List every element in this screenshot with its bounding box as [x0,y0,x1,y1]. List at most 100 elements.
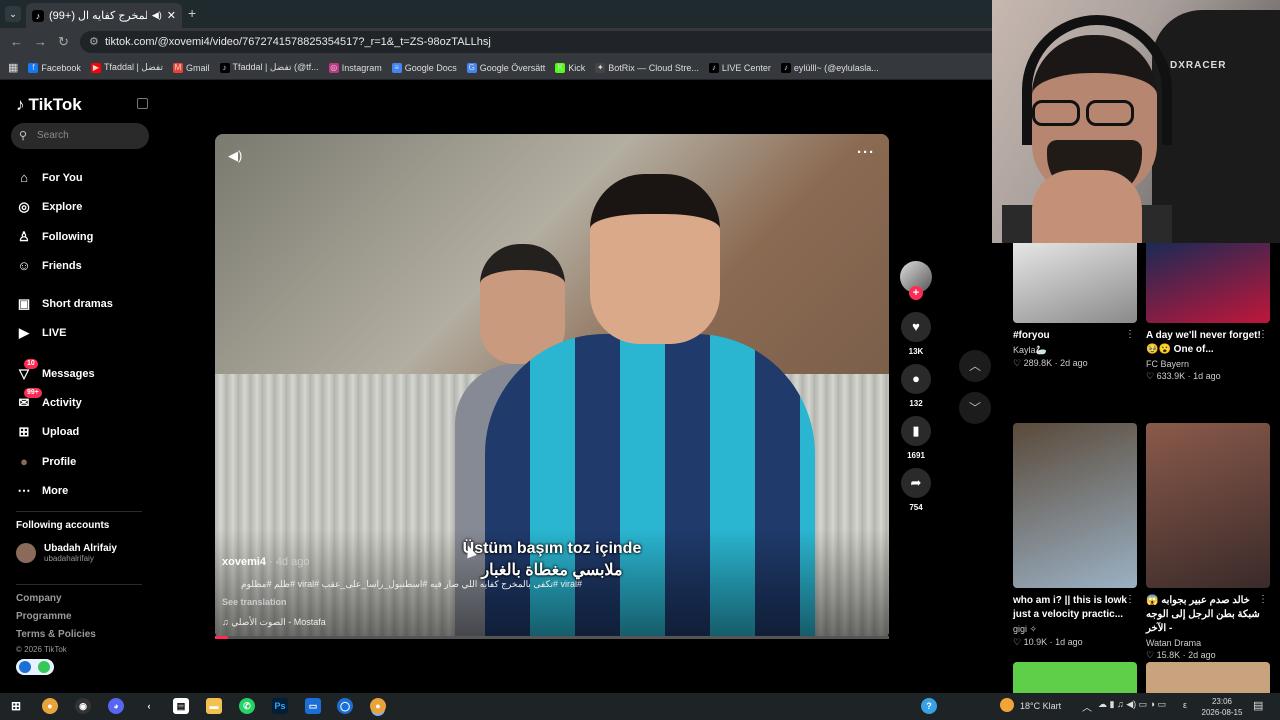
video-thumbnail[interactable] [1013,662,1137,693]
bookmark-item[interactable]: ▶ Tfaddal | تفضل [90,62,163,73]
following-account-item[interactable]: Ubadah Alrifaiy ubadahalrifaiy [16,543,117,563]
sidebar-item-following[interactable]: ♙ Following [16,229,93,245]
notification-icon[interactable]: ▤ [1253,699,1263,712]
bookmark-item[interactable]: f Facebook [28,62,81,73]
discord-icon[interactable]: ◕ [108,698,124,714]
back-icon[interactable]: ← [10,34,23,49]
weather-text[interactable]: 18°C Klart [1020,701,1061,711]
extension-pill[interactable] [16,659,54,675]
file-explorer-icon[interactable]: ▬ [206,698,222,714]
sidebar-item-friends[interactable]: ☺ Friends [16,258,81,273]
recommended-video-card[interactable]: خالد صدم عبير بجوابه 😱 شبكة بطن الرجل إل… [1146,423,1270,661]
next-video-icon[interactable]: ﹀ [959,392,991,424]
tray-chevron-icon[interactable]: ︿ [1082,699,1092,714]
obs-icon[interactable]: ◉ [75,698,91,714]
chrome-active-icon[interactable]: ● [370,698,386,714]
video-title[interactable]: #foryou [1013,329,1137,343]
site-info-icon[interactable]: ⚙ [89,31,99,53]
sidebar-item-more[interactable]: ⋯ More [16,483,69,499]
sidebar-item-messages[interactable]: ▽ Messages 10 [16,359,95,382]
bookmark-item[interactable]: ◎ Instagram [328,62,382,73]
bookmark-item[interactable]: ≡ Google Docs [391,62,457,73]
video-title[interactable]: A day we'll never forget! 🥹😮 One of... [1146,329,1270,357]
video-author[interactable]: gigi ✧ [1013,624,1137,635]
video-thumbnail[interactable] [1146,423,1270,588]
video-thumbnail[interactable] [1013,423,1137,588]
share-action[interactable]: ➦ 754 [900,468,932,512]
video-title[interactable]: خالد صدم عبير بجوابه 😱 شبكة بطن الرجل إل… [1146,594,1270,636]
taskbar-clock[interactable]: 23:06 2026-08-15 [1200,696,1244,718]
sidebar-item-short-dramas[interactable]: ▣ Short dramas [16,296,113,312]
video-title[interactable]: who am i? || this is lowk just a velocit… [1013,594,1137,622]
card-more-icon[interactable]: ⋮ [1258,329,1268,340]
bookmark-item[interactable]: ♪ Tfaddal | تفضل (@tf... [219,62,319,73]
video-thumbnail[interactable] [1146,243,1270,323]
address-bar[interactable]: ⚙ tiktok.com/@xovemi4/video/767274157882… [80,31,992,53]
bookmark-item[interactable]: K Kick [555,62,585,73]
speaker-icon[interactable]: ◀) [152,10,162,21]
bookmark-item[interactable]: ♪ eylülll~ (@eylulasla... [780,62,879,73]
card-more-icon[interactable]: ⋮ [1125,594,1135,605]
apps-grid-icon[interactable]: ▦ [8,61,18,74]
video-thumbnail[interactable] [1013,243,1137,323]
follow-plus-icon[interactable]: + [909,286,923,300]
recommended-video-card[interactable]: who am i? || this is lowk just a velocit… [1013,423,1137,648]
language-indicator-icon[interactable]: ε [1183,700,1187,710]
tab-close-icon[interactable]: ✕ [167,9,176,22]
new-tab-button[interactable]: + [188,5,196,21]
footer-programme-link[interactable]: Programme [16,611,72,622]
save-action[interactable]: ▮ 1691 [900,416,932,460]
video-author[interactable]: Kayla🦢 [1013,345,1137,356]
bookmark-item[interactable]: M Gmail [172,62,210,73]
reload-icon[interactable]: ↻ [58,34,69,50]
sidebar-item-live[interactable]: ▶ LIVE [16,325,66,341]
video-player[interactable]: ◀) ··· Üstüm başım toz içinde ملابسي مغط… [215,134,889,639]
previous-video-icon[interactable]: ︿ [959,350,991,382]
comment-action[interactable]: ● 132 [900,364,932,408]
bookmark-icon[interactable]: ▮ [901,416,931,446]
video-author[interactable]: xovemi4 · 4d ago [222,556,309,568]
share-icon[interactable]: ➦ [901,468,931,498]
sidebar-item-explore[interactable]: ◎ Explore [16,199,82,215]
capcut-icon[interactable]: ‹ [141,698,157,714]
footer-terms-link[interactable]: Terms & Policies [16,629,96,640]
card-more-icon[interactable]: ⋮ [1258,594,1268,605]
card-more-icon[interactable]: ⋮ [1125,329,1135,340]
search-input[interactable]: ⚲ Search [11,123,149,149]
see-translation-link[interactable]: See translation [222,597,287,607]
comment-icon[interactable]: ● [901,364,931,394]
volume-icon[interactable]: ◀) [228,148,242,164]
recommended-video-card[interactable]: #foryou ⋮ Kayla🦢 ♡ 289.8K · 2d ago [1013,243,1137,369]
tab-search-button[interactable]: ⌄ [5,6,21,22]
bookmark-item[interactable]: G Google Översätt [466,62,545,73]
video-author[interactable]: Watan Drama [1146,638,1270,648]
footer-company-link[interactable]: Company [16,593,62,604]
app-icon[interactable]: ▭ [305,698,321,714]
browser-icon[interactable]: ◯ [337,698,353,714]
more-options-icon[interactable]: ··· [857,144,875,161]
tiktok-logo[interactable]: ♪ TikTok [16,95,82,115]
bookmark-item[interactable]: ♪ LIVE Center [708,62,771,73]
sidebar-item-activity[interactable]: ✉ Activity 99+ [16,388,82,411]
music-info[interactable]: ♫ الصوت الأصلي - Mostafa [222,617,326,628]
tray-icons[interactable]: ☁ ▮ ♫ ◀) ▭ ◑ ▭ [1098,699,1166,710]
sidebar-item-upload[interactable]: ⊞ Upload [16,424,80,440]
browser-tab-active[interactable]: ♪ (99+) تكفى بالمخرج كفايه ال... ◀) ✕ [26,3,182,28]
video-progress-bar[interactable] [215,636,889,639]
chrome-icon[interactable]: ● [42,698,58,714]
collapse-sidebar-icon[interactable] [137,98,148,109]
sidebar-item-profile[interactable]: ● Profile [16,454,76,469]
like-action[interactable]: ♥ 13K [900,312,932,356]
forward-icon[interactable]: → [34,34,47,49]
heart-icon[interactable]: ♥ [901,312,931,342]
whatsapp-icon[interactable]: ✆ [239,698,255,714]
video-thumbnail[interactable] [1146,662,1270,693]
help-icon[interactable]: ? [921,698,937,714]
bookmark-item[interactable]: ✦ BotRix — Cloud Stre... [595,62,699,73]
photoshop-icon[interactable]: Ps [272,698,288,714]
streamdeck-icon[interactable]: ▤ [173,698,189,714]
video-author[interactable]: FC Bayern [1146,359,1270,369]
sidebar-item-for-you[interactable]: ⌂ For You [16,170,82,185]
windows-start-icon[interactable]: ⊞ [8,698,24,714]
recommended-video-card[interactable]: A day we'll never forget! 🥹😮 One of... ⋮ F… [1146,243,1270,382]
